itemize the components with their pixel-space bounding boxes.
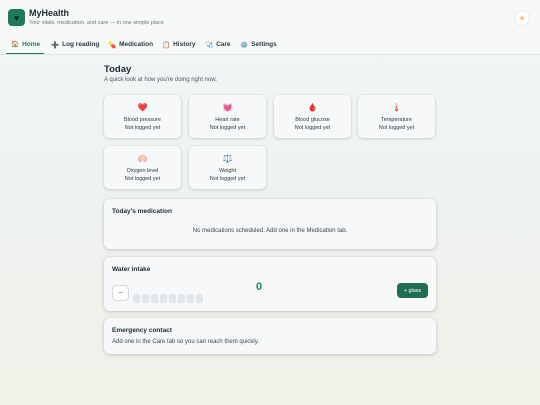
- vital-name: Temperature: [381, 117, 412, 123]
- scale-icon: ⚖️: [222, 154, 233, 163]
- emergency-contact-panel: Emergency contact Add one in the Care ta…: [104, 318, 436, 354]
- lungs-icon: 🫁: [137, 154, 148, 163]
- emergency-contact-title: Emergency contact: [112, 327, 172, 334]
- medication-panel: Today's medication No medications schedu…: [104, 199, 436, 249]
- minus-icon: −: [118, 289, 123, 297]
- water-cup-icon[interactable]: [151, 294, 158, 303]
- vital-card-temperature[interactable]: 🌡️ Temperature Not logged yet: [358, 95, 435, 138]
- tab-label: Settings: [251, 41, 277, 48]
- pill-icon: 💊: [108, 41, 117, 49]
- tab-log-reading[interactable]: ➕ Log reading: [51, 35, 99, 54]
- water-cup-icon[interactable]: [196, 294, 203, 303]
- stethoscope-icon: 🩺: [205, 41, 214, 49]
- vital-card-oxygen-level[interactable]: 🫁 Oxygen level Not logged yet: [104, 146, 181, 189]
- home-icon: 🏠: [11, 41, 20, 48]
- vital-value: Not logged yet: [209, 125, 246, 131]
- vital-value: Not logged yet: [124, 176, 161, 182]
- page-subtitle: A quick look at how you're doing right n…: [104, 77, 217, 83]
- tab-medication[interactable]: 💊 Medication: [108, 35, 153, 54]
- tab-home[interactable]: 🏠 Home: [6, 35, 44, 54]
- main-nav: 🏠 Home ➕ Log reading 💊 Medication 📋 Hist…: [0, 35, 540, 55]
- clipboard-icon: 📋: [162, 41, 171, 49]
- water-cup-icon[interactable]: [133, 294, 140, 303]
- gear-icon: ⚙️: [240, 41, 249, 49]
- tab-label: Home: [22, 40, 41, 48]
- heart-icon: ❤️: [137, 103, 148, 112]
- theme-toggle-button[interactable]: ☀: [514, 10, 530, 26]
- vital-card-weight[interactable]: ⚖️ Weight Not logged yet: [189, 146, 266, 189]
- vital-name: Blood pressure: [124, 117, 161, 123]
- page-title: Today: [104, 64, 132, 75]
- vital-card-heart-rate[interactable]: 💓 Heart rate Not logged yet: [189, 95, 266, 138]
- vital-value: Not logged yet: [294, 125, 331, 131]
- remove-glass-button[interactable]: −: [112, 285, 129, 301]
- sun-icon: ☀: [518, 13, 526, 23]
- vital-value: Not logged yet: [378, 125, 415, 131]
- water-count: 0: [256, 281, 263, 293]
- tab-label: Medication: [119, 41, 154, 48]
- tab-label: Care: [216, 41, 231, 48]
- tab-label: History: [173, 41, 196, 48]
- tab-care[interactable]: 🩺 Care: [205, 35, 231, 54]
- water-cup-icon[interactable]: [169, 294, 176, 303]
- app-header: ♥ MyHealth Your vitals, medication, and …: [0, 0, 540, 35]
- water-title: Water intake: [112, 266, 151, 273]
- beating-heart-icon: 💓: [222, 103, 233, 112]
- water-panel: Water intake − 0 + glass: [104, 257, 436, 311]
- water-cup-icon[interactable]: [178, 294, 185, 303]
- thermometer-icon: 🌡️: [391, 103, 402, 112]
- vital-value: Not logged yet: [209, 176, 246, 182]
- vital-card-blood-glucose[interactable]: 🩸 Blood glucose Not logged yet: [274, 95, 351, 138]
- medication-title: Today's medication: [112, 208, 172, 215]
- vital-name: Blood glucose: [295, 117, 330, 123]
- vital-name: Oxygen level: [126, 168, 159, 174]
- add-glass-button[interactable]: + glass: [397, 283, 428, 298]
- vital-name: Heart rate: [215, 117, 240, 123]
- vital-name: Weight: [218, 168, 237, 174]
- tab-history[interactable]: 📋 History: [162, 35, 196, 54]
- app-subtitle: Your vitals, medication, and care — in o…: [29, 20, 164, 26]
- tab-label: Log reading: [62, 41, 100, 48]
- water-cup-icon[interactable]: [187, 294, 194, 303]
- medication-empty-text: No medications scheduled. Add one in the…: [192, 228, 348, 234]
- app-title: MyHealth: [29, 8, 70, 18]
- tab-settings[interactable]: ⚙️ Settings: [240, 35, 277, 54]
- blood-drop-icon: 🩸: [307, 103, 318, 112]
- water-cup-icon[interactable]: [142, 294, 149, 303]
- vital-value: Not logged yet: [124, 125, 161, 131]
- vital-card-blood-pressure[interactable]: ❤️ Blood pressure Not logged yet: [104, 95, 181, 138]
- water-cup-icon[interactable]: [160, 294, 167, 303]
- plus-icon: ➕: [51, 41, 60, 49]
- emergency-contact-text: Add one in the Care tab so you can reach…: [112, 339, 259, 345]
- heart-icon: ♥: [8, 9, 25, 26]
